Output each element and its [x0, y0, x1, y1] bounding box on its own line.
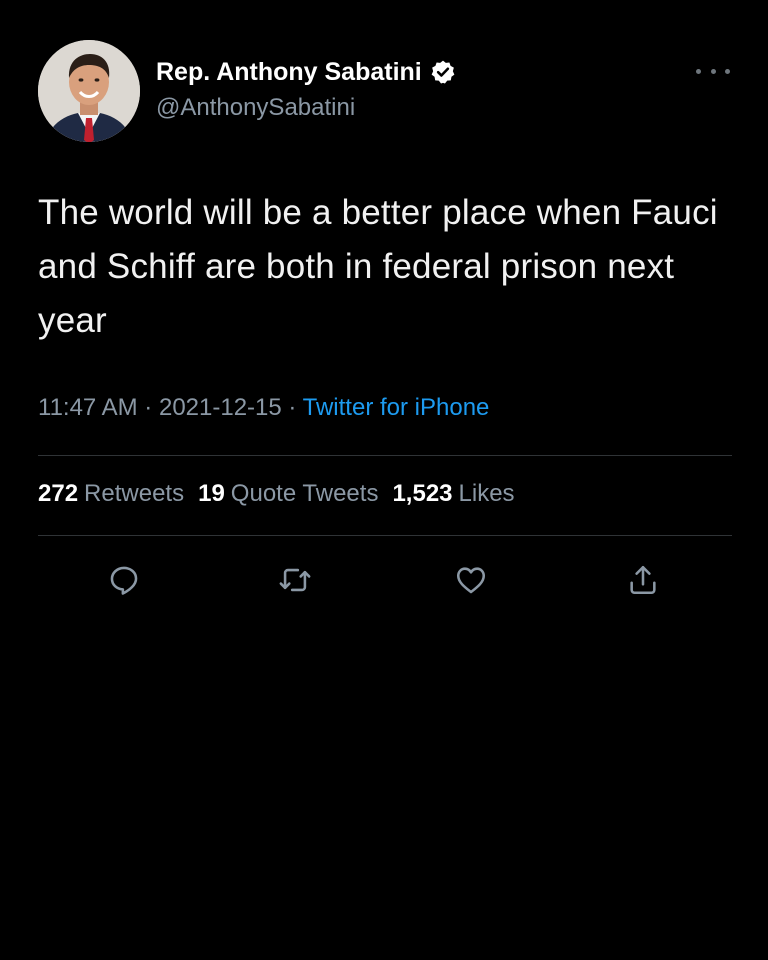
engagement-stats: 272 Retweets 19 Quote Tweets 1,523 Likes [38, 480, 515, 508]
more-options-icon[interactable] [696, 62, 730, 80]
like-button[interactable] [451, 560, 491, 600]
author-name-row: Rep. Anthony Sabatini [156, 56, 456, 88]
tweet-date[interactable]: 2021-12-15 [159, 394, 282, 421]
share-button[interactable] [623, 560, 663, 600]
tweet-source-link[interactable]: Twitter for iPhone [303, 394, 490, 421]
retweet-icon [279, 568, 311, 592]
retweets-stat[interactable]: 272 Retweets [38, 480, 184, 508]
verified-badge-icon [430, 59, 456, 85]
quote-tweets-count: 19 [198, 480, 225, 507]
more-dot [710, 68, 716, 74]
avatar[interactable] [38, 40, 140, 142]
action-bar [0, 560, 768, 600]
quote-tweets-stat[interactable]: 19 Quote Tweets [198, 480, 378, 508]
tweet-card: Rep. Anthony Sabatini @AnthonySabatini T… [0, 0, 768, 960]
tweet-text: The world will be a better place when Fa… [38, 193, 718, 340]
heart-icon [456, 567, 486, 594]
tweet-meta: 11:47 AM · 2021-12-15 · Twitter for iPho… [38, 394, 489, 422]
retweets-count: 272 [38, 480, 79, 507]
meta-separator: · [144, 394, 153, 421]
divider [38, 535, 732, 536]
author-display-name[interactable]: Rep. Anthony Sabatini [156, 58, 422, 87]
more-dot [696, 68, 701, 74]
author-handle[interactable]: @AnthonySabatini [156, 94, 355, 122]
profile-photo-icon [38, 40, 140, 142]
share-icon [630, 565, 656, 595]
retweet-button[interactable] [275, 560, 315, 600]
reply-icon [110, 566, 138, 595]
quote-tweets-label: Quote Tweets [230, 480, 379, 507]
meta-separator: · [288, 394, 297, 421]
tweet-time[interactable]: 11:47 AM [38, 394, 138, 421]
more-dot [725, 68, 730, 74]
likes-count: 1,523 [392, 480, 453, 507]
likes-label: Likes [458, 480, 515, 507]
retweets-label: Retweets [84, 480, 185, 507]
divider [38, 455, 732, 456]
reply-button[interactable] [104, 560, 144, 600]
likes-stat[interactable]: 1,523 Likes [392, 480, 514, 508]
